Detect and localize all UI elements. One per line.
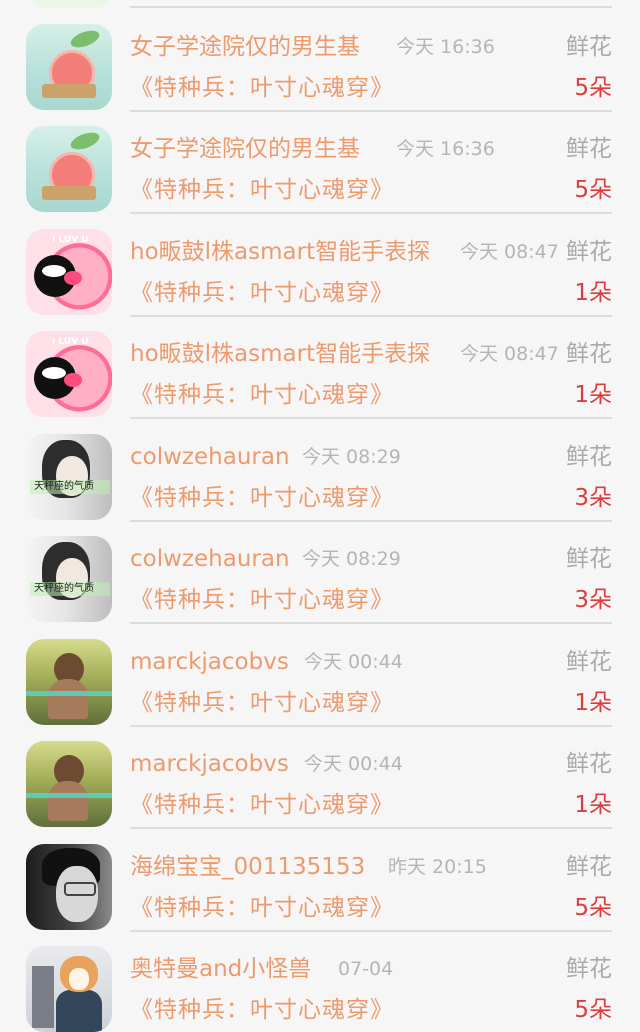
- avatar-caption: 天秤座的气质: [34, 583, 94, 594]
- girl-portrait-avatar[interactable]: 天秤座的气质: [26, 434, 112, 520]
- timestamp: 今天 00:44: [304, 651, 403, 673]
- heart-kiss-avatar[interactable]: I LUV U: [26, 331, 112, 417]
- user-name[interactable]: 女子学途院仅的男生基: [130, 132, 360, 166]
- book-title[interactable]: 《特种兵：叶寸心魂穿》: [130, 481, 394, 515]
- book-title[interactable]: 《特种兵：叶寸心魂穿》: [130, 583, 394, 617]
- shiba-dog-avatar[interactable]: [26, 946, 112, 1032]
- user-name[interactable]: ho畈鼓l株asmart智能手表探: [130, 235, 430, 269]
- book-title[interactable]: 《特种兵：叶寸心魂穿》: [130, 71, 394, 105]
- user-name[interactable]: marckjacobvs: [130, 747, 289, 781]
- book-title[interactable]: 《特种兵：叶寸心魂穿》: [130, 276, 394, 310]
- gift-type: 鲜花: [566, 136, 612, 162]
- timestamp: 今天 08:47: [460, 343, 559, 365]
- field-girl-avatar[interactable]: [26, 741, 112, 827]
- gift-type: 鲜花: [566, 341, 612, 367]
- tea-cup-avatar[interactable]: [26, 126, 112, 212]
- timestamp: 今天 00:44: [304, 753, 403, 775]
- gift-count: 1朵: [574, 792, 612, 818]
- book-title[interactable]: 《特种兵：叶寸心魂穿》: [130, 993, 394, 1027]
- gift-count: 3朵: [574, 587, 612, 613]
- book-title[interactable]: 《特种兵：叶寸心魂穿》: [130, 686, 394, 720]
- list-item[interactable]: marckjacobvs 今天 00:44 鲜花 《特种兵：叶寸心魂穿》 1朵: [0, 615, 640, 727]
- man-glasses-avatar[interactable]: [26, 844, 112, 930]
- gift-type: 鲜花: [566, 239, 612, 265]
- gift-count: 5朵: [574, 997, 612, 1023]
- gift-count: 5朵: [574, 75, 612, 101]
- heart-kiss-avatar[interactable]: I LUV U: [26, 229, 112, 315]
- avatar-caption: I LUV U: [52, 235, 89, 245]
- girl-portrait-avatar[interactable]: 天秤座的气质: [26, 536, 112, 622]
- gift-type: 鲜花: [566, 34, 612, 60]
- user-name[interactable]: colwzehauran: [130, 542, 290, 576]
- book-title[interactable]: 《特种兵：叶寸心魂穿》: [130, 378, 394, 412]
- timestamp: 今天 08:47: [460, 241, 559, 263]
- gift-type: 鲜花: [566, 649, 612, 675]
- timestamp: 今天 16:36: [396, 138, 495, 160]
- list-item[interactable]: marckjacobvs 今天 00:44 鲜花 《特种兵：叶寸心魂穿》 1朵: [0, 717, 640, 829]
- list-item[interactable]: 天秤座的气质 colwzehauran 今天 08:29 鲜花 《特种兵：叶寸心…: [0, 410, 640, 522]
- gift-count: 1朵: [574, 382, 612, 408]
- user-name[interactable]: colwzehauran: [130, 440, 290, 474]
- gift-count: 5朵: [574, 177, 612, 203]
- timestamp: 今天 16:36: [396, 36, 495, 58]
- avatar-caption: I LUV U: [52, 337, 89, 347]
- avatar-caption: 天秤座的气质: [34, 481, 94, 492]
- list-item[interactable]: 奥特曼and小怪兽 07-04 鲜花 《特种兵：叶寸心魂穿》 5朵: [0, 922, 640, 1032]
- user-name[interactable]: 女子学途院仅的男生基: [130, 30, 360, 64]
- timestamp: 昨天 20:15: [388, 856, 487, 878]
- tea-cup-avatar[interactable]: [26, 24, 112, 110]
- timestamp: 今天 08:29: [302, 446, 401, 468]
- book-title[interactable]: 《特种兵：叶寸心魂穿》: [130, 173, 394, 207]
- gift-type: 鲜花: [566, 956, 612, 982]
- list-item[interactable]: 天秤座的气质 colwzehauran 今天 08:29 鲜花 《特种兵：叶寸心…: [0, 512, 640, 624]
- list-item[interactable]: 海绵宝宝_001135153 昨天 20:15 鲜花 《特种兵：叶寸心魂穿》 5…: [0, 820, 640, 932]
- user-name[interactable]: ho畈鼓l株asmart智能手表探: [130, 337, 430, 371]
- gift-count: 3朵: [574, 485, 612, 511]
- book-title[interactable]: 《特种兵：叶寸心魂穿》: [130, 891, 394, 925]
- gift-count: 5朵: [574, 895, 612, 921]
- list-item[interactable]: 女子学途院仅的男生基 今天 16:36 鲜花 《特种兵：叶寸心魂穿》 5朵: [0, 102, 640, 214]
- gift-type: 鲜花: [566, 546, 612, 572]
- list-item[interactable]: 女子学途院仅的男生基 今天 16:36 鲜花 《特种兵：叶寸心魂穿》 5朵: [0, 0, 640, 112]
- timestamp: 07-04: [338, 958, 394, 980]
- timestamp: 今天 08:29: [302, 548, 401, 570]
- gift-type: 鲜花: [566, 751, 612, 777]
- field-girl-avatar[interactable]: [26, 639, 112, 725]
- gift-count: 1朵: [574, 690, 612, 716]
- gift-type: 鲜花: [566, 854, 612, 880]
- book-title[interactable]: 《特种兵：叶寸心魂穿》: [130, 788, 394, 822]
- gift-count: 1朵: [574, 280, 612, 306]
- user-name[interactable]: 海绵宝宝_001135153: [130, 850, 365, 884]
- gift-type: 鲜花: [566, 444, 612, 470]
- user-name[interactable]: 奥特曼and小怪兽: [130, 952, 311, 986]
- list-item[interactable]: I LUV U ho畈鼓l株asmart智能手表探 今天 08:47 鲜花 《特…: [0, 307, 640, 419]
- list-item[interactable]: I LUV U ho畈鼓l株asmart智能手表探 今天 08:47 鲜花 《特…: [0, 205, 640, 317]
- user-name[interactable]: marckjacobvs: [130, 645, 289, 679]
